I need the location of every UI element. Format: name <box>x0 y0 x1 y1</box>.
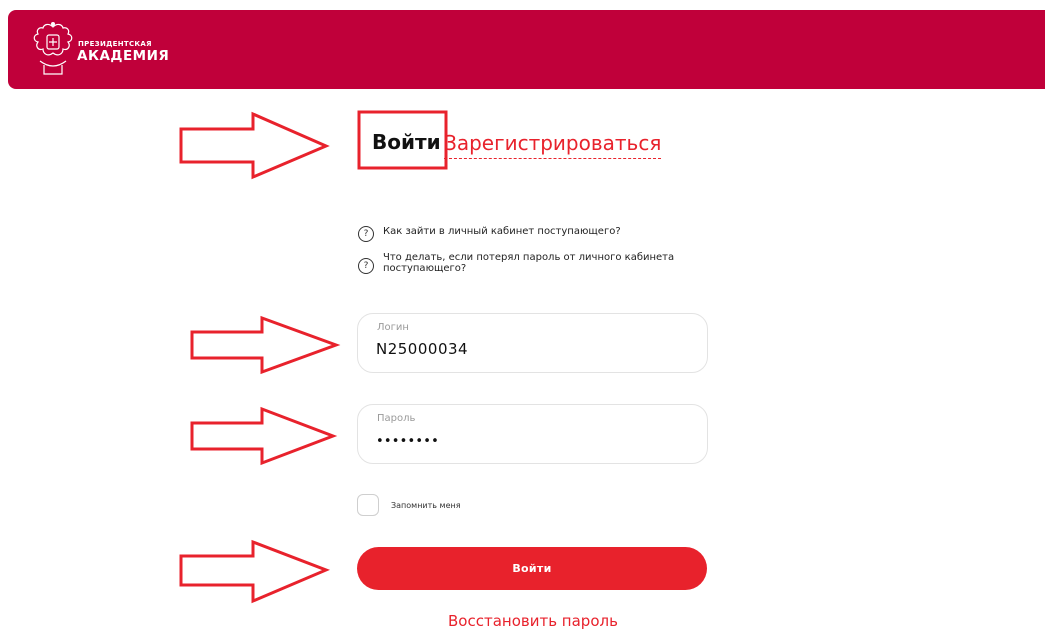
help-link-text: Что делать, если потерял пароль от лично… <box>383 252 675 274</box>
remember-checkbox[interactable] <box>357 494 379 516</box>
logo-line-1: ПРЕЗИДЕНТСКАЯ <box>78 40 152 48</box>
arrow-icon <box>190 315 341 375</box>
tab-login[interactable]: Войти <box>372 130 441 154</box>
help-link-how-to-login[interactable]: ? Как зайти в личный кабинет поступающег… <box>358 226 713 242</box>
remember-me[interactable]: Запомнить меня <box>357 494 461 516</box>
arrow-icon <box>190 406 338 466</box>
academy-logo[interactable]: ПРЕЗИДЕНТСКАЯ АКАДЕМИЯ <box>30 21 180 77</box>
login-input[interactable]: N25000034 <box>376 340 468 358</box>
site-header: ПРЕЗИДЕНТСКАЯ АКАДЕМИЯ <box>8 10 1045 89</box>
restore-password-link[interactable]: Восстановить пароль <box>448 612 618 630</box>
arrow-icon <box>179 111 330 180</box>
question-icon: ? <box>358 226 374 242</box>
logo-line-2: АКАДЕМИЯ <box>77 48 170 64</box>
login-submit-button[interactable]: Войти <box>357 547 707 590</box>
login-field[interactable]: Логин N25000034 <box>357 313 708 373</box>
tab-register[interactable]: Зарегистрироваться <box>444 131 662 159</box>
remember-label: Запомнить меня <box>391 500 461 510</box>
help-link-text: Как зайти в личный кабинет поступающего? <box>383 226 621 237</box>
password-input[interactable]: •••••••• <box>376 434 439 449</box>
question-icon: ? <box>358 258 374 274</box>
password-label: Пароль <box>377 413 416 424</box>
login-label: Логин <box>377 322 409 333</box>
help-link-lost-password[interactable]: ? Что делать, если потерял пароль от лич… <box>358 252 723 274</box>
arrow-icon <box>179 539 331 604</box>
coat-of-arms-icon <box>33 22 73 75</box>
password-field[interactable]: Пароль •••••••• <box>357 404 708 464</box>
